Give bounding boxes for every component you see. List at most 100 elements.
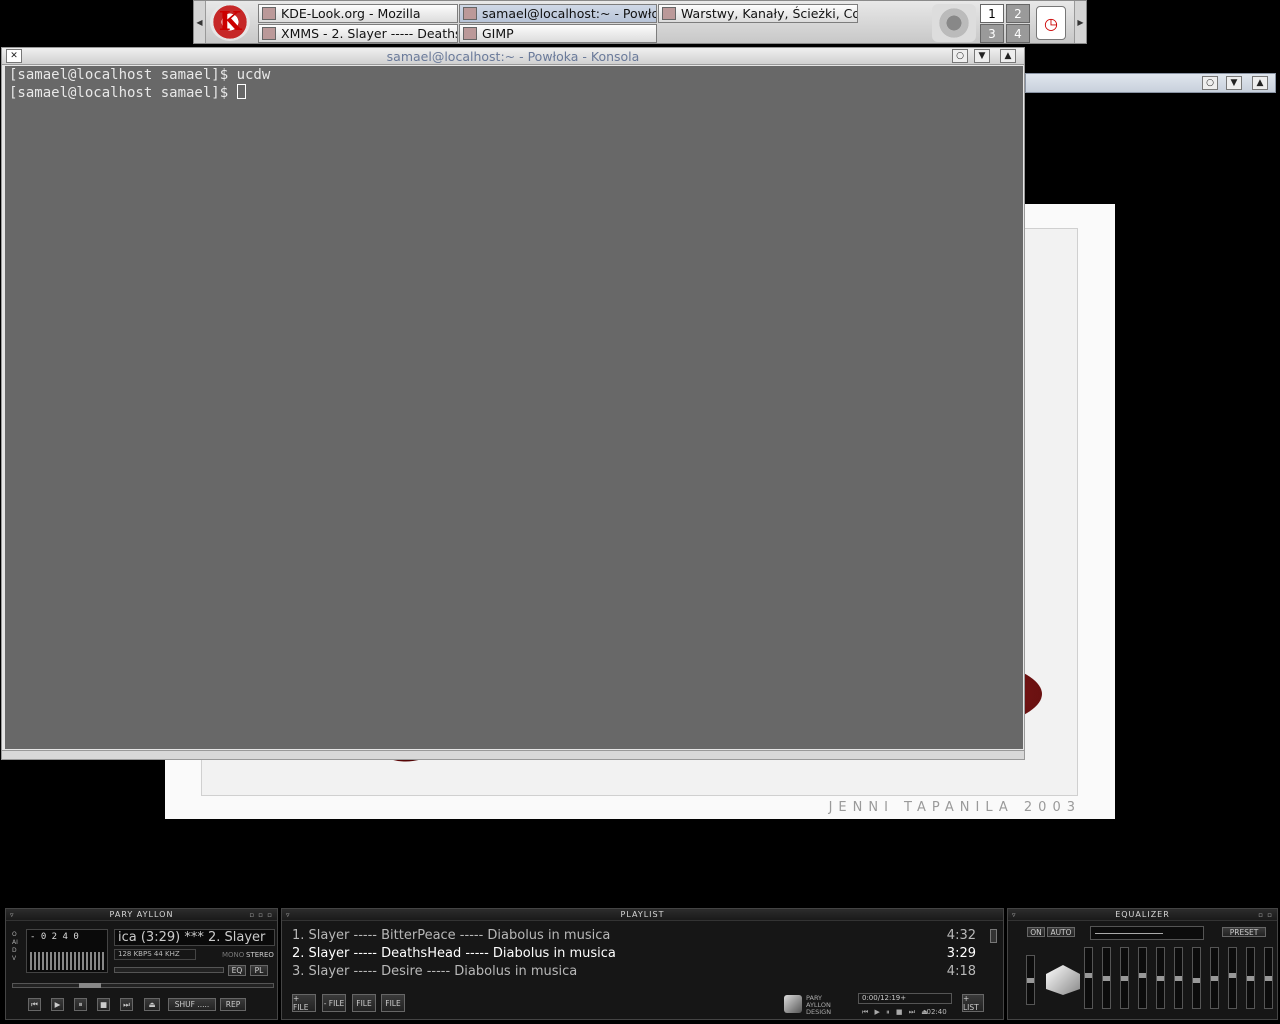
- xmms-titlebar[interactable]: ▿ PARY AYLLON ▫ ▫ ▫: [6, 909, 277, 921]
- background-window-titlebar[interactable]: ○ ▼ ▲: [1025, 73, 1276, 93]
- play-icon[interactable]: ▶: [51, 998, 64, 1011]
- xmms-playlist-window[interactable]: ▿ PLAYLIST 1. Slayer ----- BitterPeace -…: [281, 908, 1004, 1020]
- eq-sliders: [1026, 947, 1273, 1011]
- playlist-item[interactable]: 3. Slayer ----- Desire ----- Diabolus in…: [286, 963, 988, 981]
- eq-band-slider[interactable]: [1210, 947, 1219, 1009]
- menu-icon[interactable]: ▿: [10, 911, 15, 919]
- eq-band-slider[interactable]: [1138, 947, 1147, 1009]
- eq-knob[interactable]: [1139, 973, 1146, 978]
- eq-band-slider[interactable]: [1228, 947, 1237, 1009]
- stop-icon[interactable]: ■: [97, 998, 110, 1011]
- playlist-item-current[interactable]: 2. Slayer ----- DeathsHead ----- Diabolu…: [286, 945, 988, 963]
- eq-band-slider[interactable]: [1156, 947, 1165, 1009]
- eq-knob[interactable]: [1247, 976, 1254, 981]
- eq-on-button[interactable]: ON: [1027, 927, 1045, 937]
- transport-controls: ⏮ ▶ ⏸ ■ ⏭: [28, 998, 136, 1014]
- mozilla-icon: [262, 7, 276, 20]
- song-title-scroller[interactable]: ica (3:29) *** 2. Slayer: [114, 929, 275, 946]
- eq-knob[interactable]: [1175, 976, 1182, 981]
- spectrum-analyzer[interactable]: [30, 952, 104, 970]
- taskbar-item-mozilla[interactable]: KDE-Look.org - Mozilla: [258, 4, 458, 23]
- desktop-4-button[interactable]: 4: [1006, 24, 1030, 43]
- bitrate-display: 128 KBPS 44 KHZ: [114, 949, 196, 960]
- seek-bar[interactable]: [12, 983, 274, 988]
- konsole-window[interactable]: ✕ samael@localhost:~ - Powłoka - Konsola…: [1, 47, 1025, 760]
- time-display[interactable]: - 0 2 4 0: [26, 929, 108, 973]
- eq-preset-button[interactable]: PRESET: [1222, 927, 1266, 937]
- taskbar-item-gimp-layers[interactable]: Warstwy, Kanały, Ścieżki, Co: [658, 4, 858, 23]
- maximize-button[interactable]: ▲: [1252, 76, 1268, 90]
- panel-hide-left-icon[interactable]: ◀: [194, 1, 206, 43]
- remove-file-button[interactable]: - FILE: [322, 994, 346, 1012]
- desktop-1-button[interactable]: 1: [980, 4, 1004, 23]
- pause-icon[interactable]: ⏸: [74, 998, 87, 1011]
- next-icon[interactable]: ⏭: [120, 998, 133, 1011]
- taskbar-item-xmms[interactable]: XMMS - 2. Slayer ----- Deaths: [258, 24, 458, 43]
- eq-band-slider[interactable]: [1084, 947, 1093, 1009]
- maximize-button[interactable]: ▲: [1000, 49, 1016, 63]
- eq-knob[interactable]: [1265, 976, 1272, 981]
- mini-transport-icon[interactable]: ⏮ ▶ ⏸ ■ ⏭ ⏏: [862, 1008, 930, 1017]
- equalizer-titlebar[interactable]: ▿ EQUALIZER ▫ ▫: [1008, 909, 1277, 921]
- misc-file-button[interactable]: FILE: [381, 994, 405, 1012]
- eq-knob[interactable]: [1157, 976, 1164, 981]
- playlist-toggle-button[interactable]: PL: [250, 965, 268, 976]
- kmenu-button[interactable]: K: [206, 2, 254, 42]
- minimize-button[interactable]: ▼: [974, 49, 990, 63]
- select-file-button[interactable]: FILE: [352, 994, 376, 1012]
- task-label: samael@localhost:~ - Powłoka: [482, 6, 657, 21]
- eq-band-slider[interactable]: [1192, 947, 1201, 1009]
- settings-gear-icon[interactable]: [932, 4, 976, 42]
- menu-icon[interactable]: ▿: [286, 911, 291, 919]
- clock-icon[interactable]: ◷: [1036, 6, 1066, 40]
- panel-hide-right-icon[interactable]: ▶: [1074, 1, 1086, 43]
- menu-icon[interactable]: ▿: [1012, 911, 1017, 919]
- sticky-button[interactable]: ○: [1202, 76, 1218, 90]
- eq-knob[interactable]: [1103, 976, 1110, 981]
- eq-knob[interactable]: [1229, 973, 1236, 978]
- xmms-icon: [262, 27, 276, 40]
- list-button[interactable]: + LIST: [962, 994, 984, 1012]
- seek-knob[interactable]: [79, 983, 101, 988]
- eq-toggle-button[interactable]: EQ: [228, 965, 246, 976]
- previous-icon[interactable]: ⏮: [28, 998, 41, 1011]
- xmms-equalizer-window[interactable]: ▿ EQUALIZER ▫ ▫ ON AUTO PRESET: [1007, 908, 1278, 1020]
- window-bottom-border[interactable]: [2, 750, 1024, 759]
- terminal-area[interactable]: [samael@localhost samael]$ ucdw [samael@…: [5, 66, 1023, 749]
- eject-icon[interactable]: ⏏: [144, 998, 160, 1011]
- eq-band-slider[interactable]: [1246, 947, 1255, 1009]
- eq-knob[interactable]: [1121, 976, 1128, 981]
- eq-knob[interactable]: [1193, 978, 1200, 983]
- track-time: 4:18: [946, 964, 976, 979]
- preamp-slider[interactable]: [1026, 955, 1035, 1005]
- eq-knob[interactable]: [1211, 976, 1218, 981]
- add-file-button[interactable]: + FILE: [292, 994, 316, 1012]
- desktop-3-button[interactable]: 3: [980, 24, 1004, 43]
- close-icon[interactable]: ✕: [6, 49, 22, 63]
- eq-band-slider[interactable]: [1120, 947, 1129, 1009]
- desktop-2-button[interactable]: 2: [1006, 4, 1030, 23]
- window-controls-icon[interactable]: ▫ ▫: [1258, 911, 1273, 919]
- taskbar-item-gimp[interactable]: GIMP: [459, 24, 657, 43]
- eq-knob[interactable]: [1085, 973, 1092, 978]
- shuffle-button[interactable]: SHUF .....: [168, 998, 216, 1011]
- eq-band-slider[interactable]: [1264, 947, 1273, 1009]
- taskbar-item-konsole[interactable]: samael@localhost:~ - Powłoka: [459, 4, 657, 23]
- window-controls-icon[interactable]: ▫ ▫ ▫: [249, 911, 273, 919]
- task-label: GIMP: [482, 26, 514, 41]
- minimize-button[interactable]: ▼: [1226, 76, 1242, 90]
- eq-band-slider[interactable]: [1102, 947, 1111, 1009]
- konsole-titlebar[interactable]: ✕ samael@localhost:~ - Powłoka - Konsola…: [2, 48, 1024, 65]
- playlist-titlebar[interactable]: ▿ PLAYLIST: [282, 909, 1003, 921]
- eq-band-slider[interactable]: [1174, 947, 1183, 1009]
- clutterbar[interactable]: OAIDV: [12, 931, 20, 963]
- playlist-list[interactable]: 1. Slayer ----- BitterPeace ----- Diabol…: [286, 927, 988, 983]
- eq-knob[interactable]: [1027, 978, 1034, 983]
- volume-slider[interactable]: [114, 967, 224, 973]
- sticky-button[interactable]: ○: [952, 49, 968, 63]
- playlist-item[interactable]: 1. Slayer ----- BitterPeace ----- Diabol…: [286, 927, 988, 945]
- repeat-button[interactable]: REP: [220, 998, 246, 1011]
- eq-auto-button[interactable]: AUTO: [1047, 927, 1075, 937]
- xmms-main-window[interactable]: ▿ PARY AYLLON ▫ ▫ ▫ OAIDV - 0 2 4 0 ica …: [5, 908, 278, 1020]
- playlist-scrollbar[interactable]: [990, 929, 997, 943]
